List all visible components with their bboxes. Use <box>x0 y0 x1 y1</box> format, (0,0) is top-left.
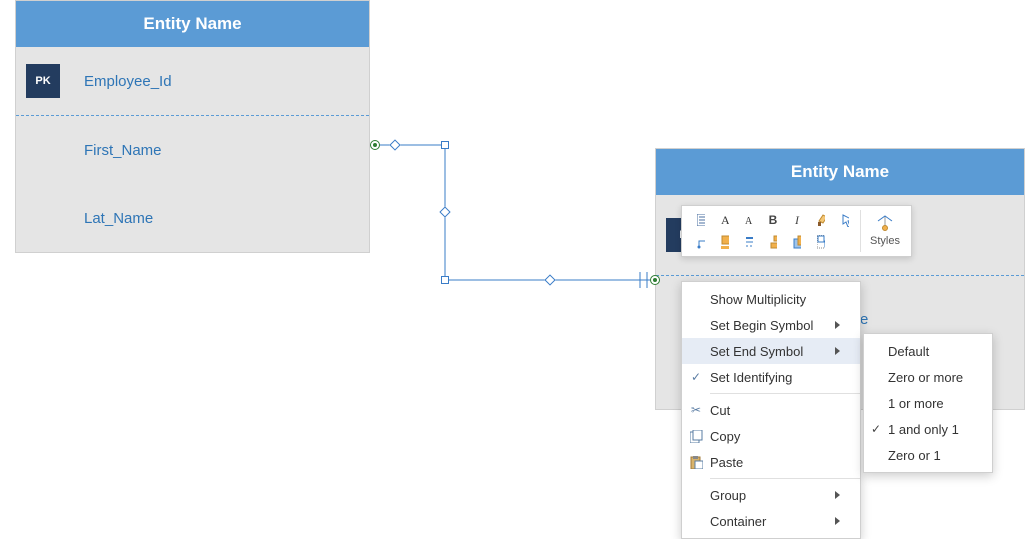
bring-front-icon[interactable] <box>786 232 808 252</box>
ctx-set-end-symbol[interactable]: Set End Symbol <box>682 338 860 364</box>
ctx-container[interactable]: Container <box>682 508 860 534</box>
italic-icon[interactable]: I <box>786 210 808 230</box>
ctx-cut[interactable]: ✂ Cut <box>682 397 860 423</box>
submenu-arrow-icon <box>835 321 840 329</box>
ctx-copy[interactable]: Copy <box>682 423 860 449</box>
entity-header: Entity Name <box>656 149 1024 195</box>
end-symbol-submenu[interactable]: Default Zero or more 1 or more ✓1 and on… <box>863 333 993 473</box>
sub-zero-or-more[interactable]: Zero or more <box>864 364 992 390</box>
copy-icon <box>682 430 710 443</box>
styles-label: Styles <box>870 235 900 247</box>
cut-icon: ✂ <box>682 403 710 417</box>
check-icon: ✓ <box>682 370 710 384</box>
attribute-name: Lat_Name <box>84 210 153 227</box>
pk-divider <box>656 275 1024 276</box>
entity-header: Entity Name <box>16 1 369 47</box>
entity-table-1[interactable]: Entity Name PK Employee_Id First_Name La… <box>15 0 370 253</box>
ctx-set-begin-symbol[interactable]: Set Begin Symbol <box>682 312 860 338</box>
attribute-name-peek: e <box>860 311 868 328</box>
ctx-group[interactable]: Group <box>682 482 860 508</box>
attribute-row[interactable]: Lat_Name <box>16 184 369 252</box>
paste-icon <box>682 456 710 469</box>
submenu-arrow-icon <box>835 491 840 499</box>
sub-one-or-more[interactable]: 1 or more <box>864 390 992 416</box>
pointer-icon[interactable] <box>834 210 856 230</box>
sub-one-and-only-one[interactable]: ✓1 and only 1 <box>864 416 992 442</box>
group-icon[interactable] <box>810 232 832 252</box>
submenu-arrow-icon <box>835 517 840 525</box>
fill-color-icon[interactable] <box>714 232 736 252</box>
line-handle[interactable] <box>439 206 450 217</box>
font-decrease-icon[interactable]: A▾ <box>738 210 760 230</box>
sub-zero-or-one[interactable]: Zero or 1 <box>864 442 992 468</box>
submenu-arrow-icon <box>835 347 840 355</box>
font-increase-icon[interactable]: A▴ <box>714 210 736 230</box>
mini-format-toolbar[interactable]: A▴ A▾ B I <box>681 205 912 257</box>
connector-type-icon[interactable] <box>690 232 712 252</box>
svg-text:A: A <box>745 216 753 227</box>
styles-button[interactable]: Styles <box>863 210 907 252</box>
check-icon: ✓ <box>864 422 888 436</box>
attribute-name: Employee_Id <box>84 73 172 90</box>
attribute-row[interactable]: First_Name <box>16 116 369 184</box>
line-handle[interactable] <box>544 274 555 285</box>
context-menu[interactable]: Show Multiplicity Set Begin Symbol Set E… <box>681 281 861 539</box>
ctx-set-identifying[interactable]: ✓ Set Identifying <box>682 364 860 390</box>
line-style-icon[interactable] <box>738 232 760 252</box>
ctx-paste[interactable]: Paste <box>682 449 860 475</box>
align-icon[interactable] <box>762 232 784 252</box>
attribute-name: First_Name <box>84 142 162 159</box>
format-painter-icon[interactable] <box>810 210 832 230</box>
bold-icon[interactable]: B <box>762 210 784 230</box>
line-end-endpoint[interactable] <box>650 275 660 285</box>
ctx-show-multiplicity[interactable]: Show Multiplicity <box>682 286 860 312</box>
menu-separator <box>710 478 860 479</box>
svg-text:A: A <box>721 213 729 227</box>
line-corner-handle[interactable] <box>441 141 449 149</box>
line-corner-handle[interactable] <box>441 276 449 284</box>
attribute-row[interactable]: PK Employee_Id <box>16 47 369 115</box>
line-handle[interactable] <box>389 139 400 150</box>
menu-separator <box>710 393 860 394</box>
line-start-endpoint[interactable] <box>370 140 380 150</box>
sub-default[interactable]: Default <box>864 338 992 364</box>
text-block-icon[interactable] <box>690 210 712 230</box>
pk-badge: PK <box>26 64 60 98</box>
